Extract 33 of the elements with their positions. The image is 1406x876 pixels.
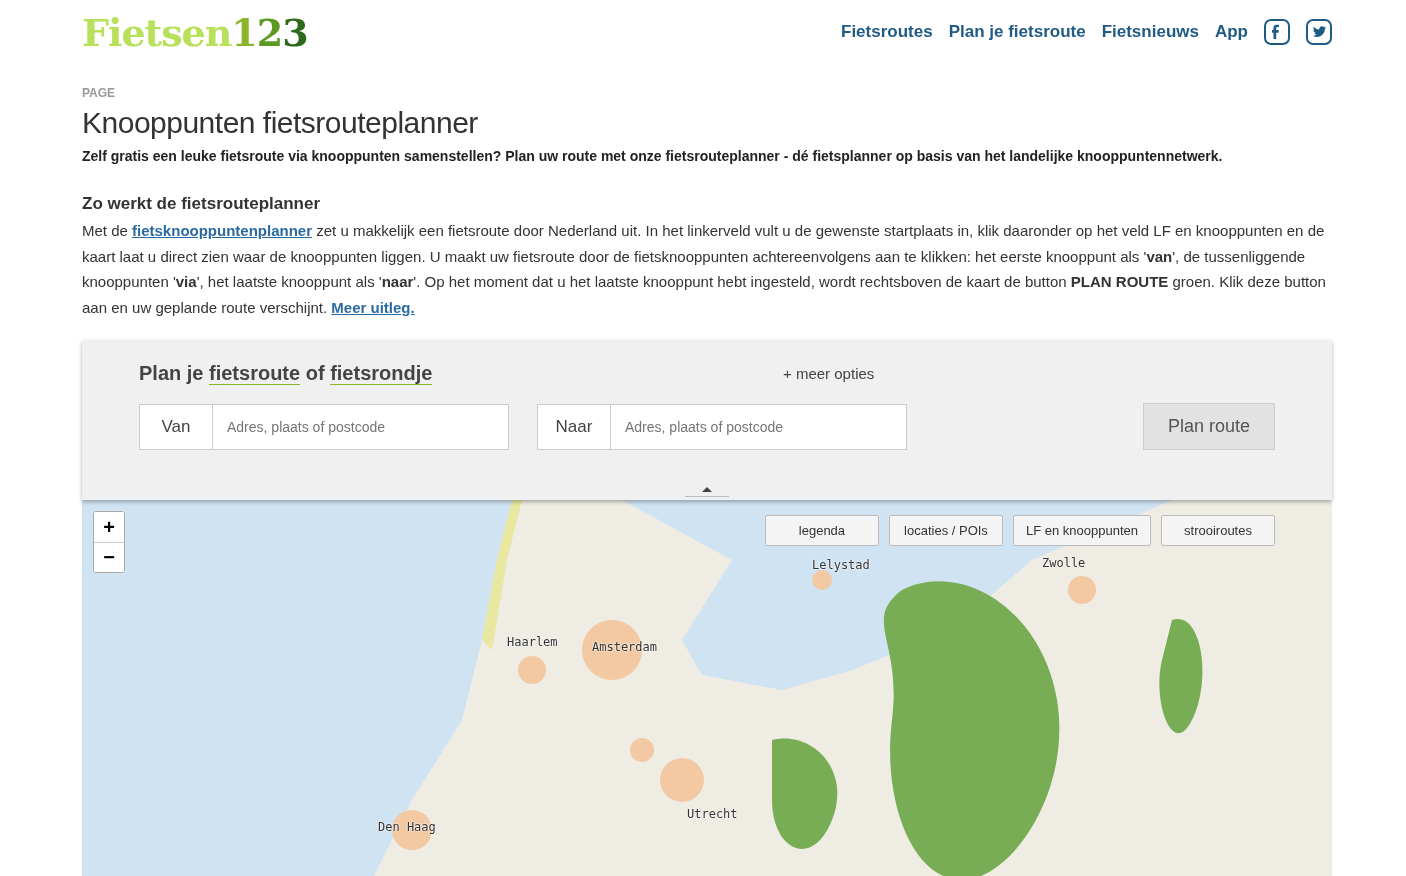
twitter-icon[interactable] <box>1306 19 1332 45</box>
address-field[interactable]: Naar Adres, plaats of postcode <box>537 403 907 450</box>
facebook-icon[interactable] <box>1264 19 1290 45</box>
nav-link[interactable]: App <box>1214 22 1248 42</box>
text-link[interactable]: Meer uitleg. <box>331 298 415 316</box>
text-link[interactable]: fietsknooppuntenplanner <box>132 222 313 239</box>
nav-link[interactable]: Fietsnieuws <box>1101 22 1199 42</box>
nav-link[interactable]: Plan je fietsroute <box>948 22 1086 42</box>
place-label: Den Haag <box>378 820 436 834</box>
layer-button[interactable]: LF en knooppunten <box>1012 515 1151 546</box>
nav-link[interactable]: Fietsroutes <box>841 22 933 42</box>
site-logo[interactable]: Fietsen123 <box>82 9 308 55</box>
collapse-toggle-icon[interactable] <box>685 485 729 497</box>
place-label: Haarlem <box>507 635 558 649</box>
layer-button[interactable]: legenda <box>764 515 879 546</box>
place-label: Amsterdam <box>592 640 658 654</box>
layer-button[interactable]: strooiroutes <box>1161 515 1275 546</box>
place-label: Zwolle <box>1042 556 1086 570</box>
layer-button[interactable]: locaties / POIs <box>888 515 1003 546</box>
page-label: PAGE <box>82 86 117 100</box>
place-label: Utrecht <box>687 807 738 821</box>
map[interactable]: Lelystad Zwolle Haarlem Amsterdam Utrecht Den Haag + − legenda locaties / POIs LF en knooppunten strooiroutes <box>82 500 1332 876</box>
planner-heading: Plan je fietsroute of fietsrondje <box>139 362 434 385</box>
place-label: Lelystad <box>812 558 870 572</box>
address-field[interactable]: Van Adres, plaats of postcode <box>139 403 509 450</box>
page-title: Knooppunten fietsrouteplanner <box>82 106 479 140</box>
zoom-button[interactable]: − <box>94 542 124 572</box>
body-text: Met de fietsknooppuntenplanner zet u makkelijk een fietsroute door Nederland uit. In het linkerveld vult u de gewenste startplaats in, klik daaronder op het veld LF en knooppunten en de kaart laat u direct zien waar de knooppunten liggen. U maakt uw fietsroute door de fietsknooppunten achtereenvolgens aan te klikken: het eerste knooppunt als 'van', de tussenliggende knooppunten 'via', het laatste knooppunt als 'naar'. Op het moment dat u het laatste knooppunt hebt ingesteld, wordt rechtsboven de kaart de button PLAN ROUTE groen. Klik deze button aan en uw geplande route verschijnt. Meer uitleg. <box>82 221 1327 318</box>
dropdown-link[interactable]: fietsrondje <box>330 362 433 385</box>
dropdown-link[interactable]: fietsroute <box>209 362 301 385</box>
lead-text: Zelf gratis een leuke fietsroute via knooppunten samenstellen? Plan uw route met onze fietsrouteplanner - dé fietsplanner op basis van het landelijke knooppuntennetwerk. <box>82 148 1224 164</box>
section-title: Zo werkt de fietsrouteplanner <box>82 194 322 214</box>
more-options-button[interactable]: + meer opties <box>783 365 875 382</box>
